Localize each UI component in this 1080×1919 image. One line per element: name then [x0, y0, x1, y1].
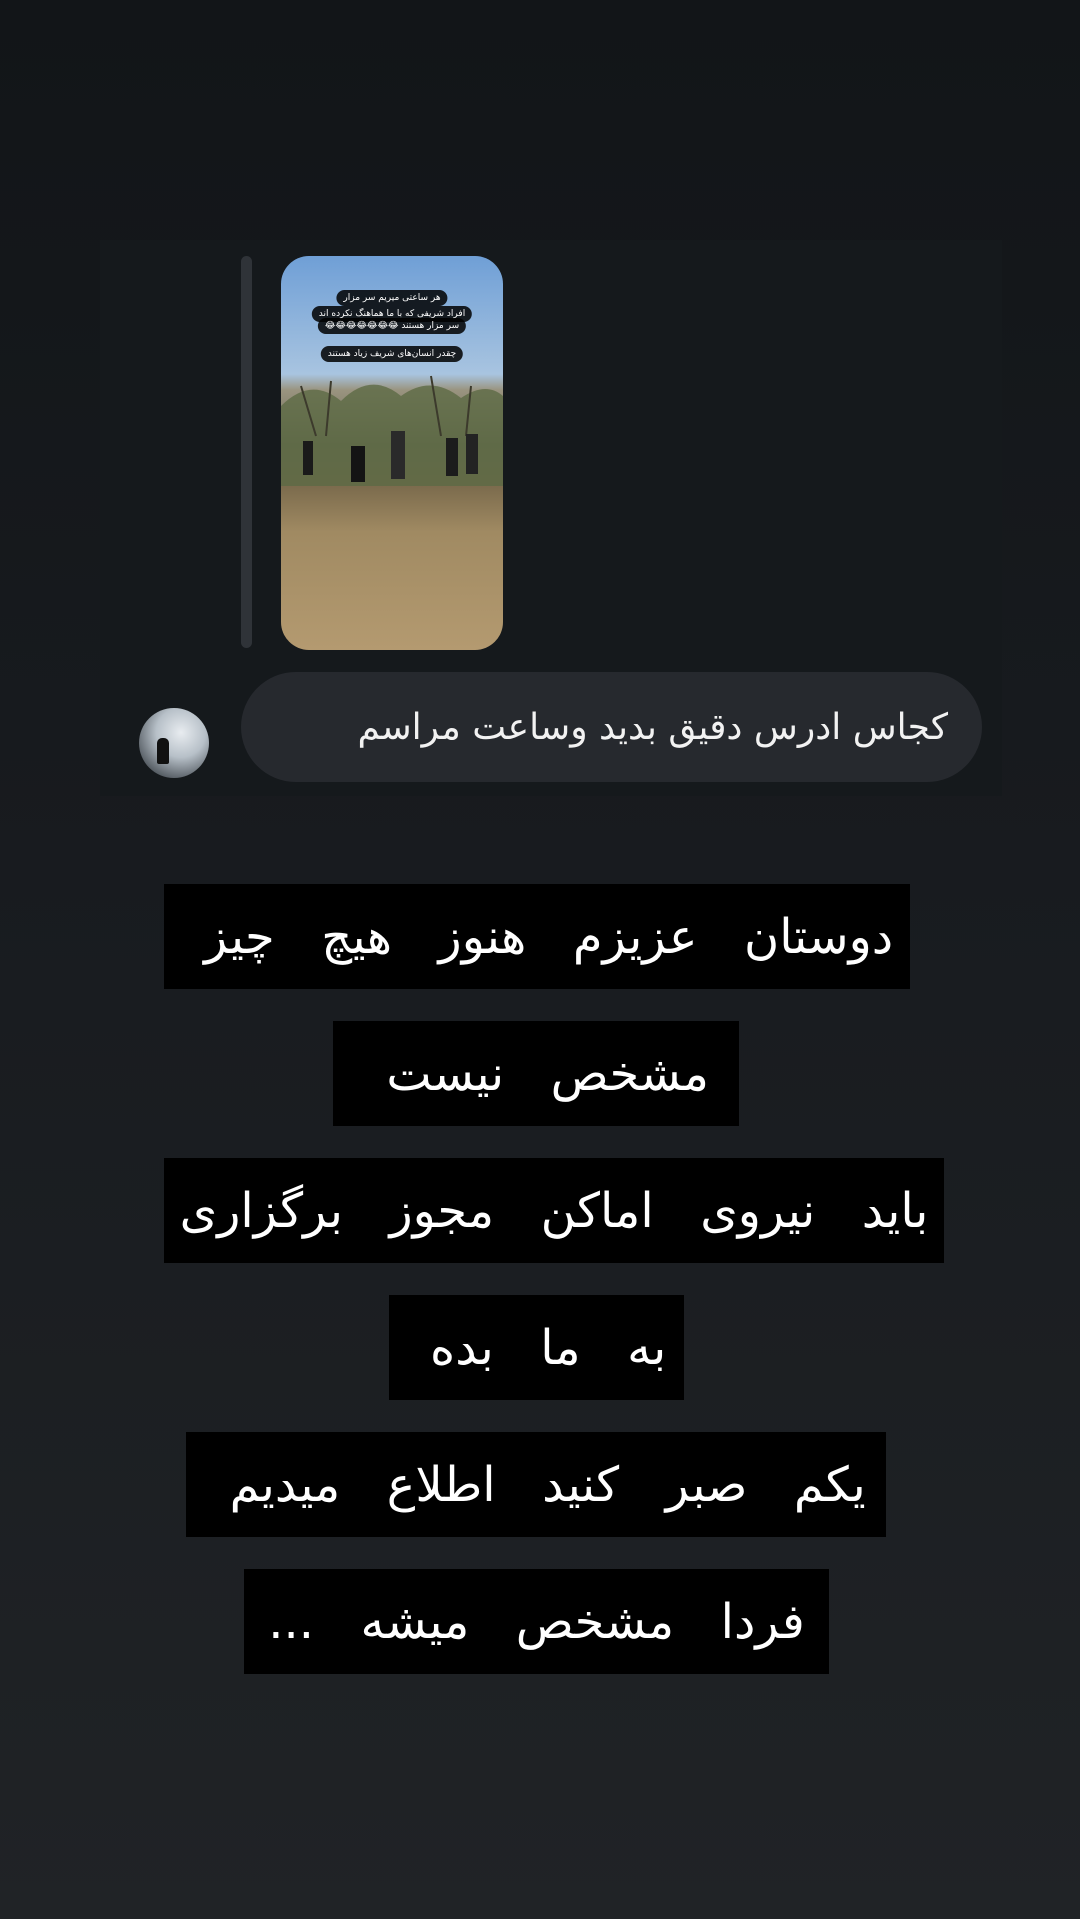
story-caption: سر مزار هستند 😂😂😂😂😂😂😂	[317, 318, 467, 334]
story-thumbnail[interactable]: هر ساعتی میریم سر مزار افراد شریفی که با…	[281, 256, 503, 650]
overlay-text-line: مشخص نیست	[333, 1021, 739, 1126]
avatar-person-figure	[157, 738, 169, 764]
reply-indicator-bar	[241, 256, 252, 648]
story-caption: چقدر انسان‌های شریف زیاد هستند	[320, 346, 464, 362]
overlay-text-line: به ما بده	[389, 1295, 684, 1400]
overlay-text-line: فردا مشخص میشه ...	[244, 1569, 829, 1674]
overlay-text-line: باید نیروی اماکن مجوز برگزاری	[164, 1158, 944, 1263]
sender-avatar[interactable]	[139, 708, 209, 778]
overlay-text-line: دوستان عزیزم هنوز هیچ چیز	[164, 884, 910, 989]
story-reply-card: هر ساعتی میریم سر مزار افراد شریفی که با…	[100, 240, 1002, 796]
story-caption: هر ساعتی میریم سر مزار	[336, 290, 448, 306]
message-text: کجاس ادرس دقیق بدید وساعت مراسم	[357, 706, 948, 748]
story-photo-scene	[281, 375, 503, 486]
overlay-text-line: یکم صبر کنید اطلاع میدیم	[186, 1432, 886, 1537]
message-bubble: کجاس ادرس دقیق بدید وساعت مراسم	[241, 672, 982, 782]
